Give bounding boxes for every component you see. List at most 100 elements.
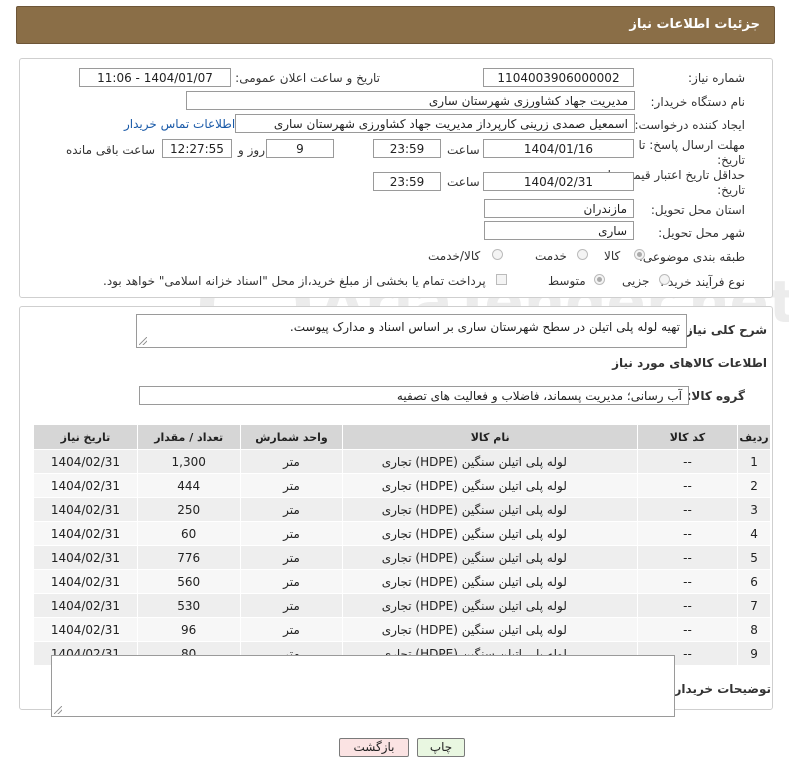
purchase-type-label: نوع فرآیند خرید : <box>660 275 745 289</box>
remaining-time-field: 12:27:55 <box>162 139 232 158</box>
cell-row-number: 7 <box>737 593 771 618</box>
table-row: 3 -- لوله پلی اتیلن سنگین (HDPE) تجاری متر 2… <box>33 497 771 522</box>
cell-date: 1404/02/31 <box>33 473 138 498</box>
cell-name: لوله پلی اتیلن سنگین (HDPE) تجاری <box>342 521 638 546</box>
col-header-quantity: تعداد / مقدار <box>136 424 241 450</box>
cell-date: 1404/02/31 <box>33 521 138 546</box>
description-label: شرح کلی نیاز: <box>681 323 767 337</box>
cell-quantity: 250 <box>136 497 241 522</box>
buyer-contact-link[interactable]: اطلاعات تماس خریدار <box>124 117 235 131</box>
description-text: تهیه لوله پلی اتیلن در سطح شهرستان ساری … <box>289 320 680 334</box>
cell-row-number: 4 <box>737 521 771 546</box>
purchase-medium-radio[interactable] <box>594 274 605 285</box>
buyer-notes-label: توضیحات خریدار: <box>669 682 771 696</box>
cell-code: -- <box>636 521 739 546</box>
delivery-province-label: استان محل تحویل: <box>650 203 745 217</box>
cell-code: -- <box>636 449 739 474</box>
cell-date: 1404/02/31 <box>33 449 138 474</box>
cell-quantity: 1,300 <box>136 449 241 474</box>
cell-unit: متر <box>239 473 344 498</box>
cell-row-number: 9 <box>737 641 771 666</box>
remaining-time-label: ساعت باقی مانده <box>66 143 156 157</box>
purchase-minor-radio[interactable] <box>659 274 670 285</box>
requester-field: اسمعیل صمدی زرینی کارپرداز مدیریت جهاد ک… <box>235 114 635 133</box>
buyer-notes-field <box>51 655 675 717</box>
goods-group-label: گروه کالا: <box>686 389 745 403</box>
page-header: جزئیات اطلاعات نیاز <box>16 6 775 44</box>
cell-unit: متر <box>239 617 344 642</box>
price-validity-time-field: 23:59 <box>373 172 441 191</box>
buyer-org-field: مدیریت جهاد کشاورزی شهرستان ساری <box>186 91 635 110</box>
cell-quantity: 60 <box>136 521 241 546</box>
col-header-code: کد کالا <box>636 424 739 450</box>
cell-quantity: 96 <box>136 617 241 642</box>
delivery-city-label: شهر محل تحویل: <box>658 226 745 240</box>
cell-unit: متر <box>239 545 344 570</box>
cell-quantity: 444 <box>136 473 241 498</box>
need-number-label: شماره نیاز: <box>688 71 745 85</box>
cell-quantity: 560 <box>136 569 241 594</box>
purchase-medium-label: متوسط <box>548 274 586 288</box>
need-number-field: 1104003906000002 <box>483 68 634 87</box>
page-title: جزئیات اطلاعات نیاز <box>629 17 760 32</box>
cell-row-number: 5 <box>737 545 771 570</box>
reply-deadline-time-field: 23:59 <box>373 139 441 158</box>
treasury-payment-note: پرداخت تمام یا بخشی از مبلغ خرید،از محل … <box>103 274 486 288</box>
cell-row-number: 1 <box>737 449 771 474</box>
cell-unit: متر <box>239 593 344 618</box>
delivery-city-field: ساری <box>484 221 634 240</box>
cell-name: لوله پلی اتیلن سنگین (HDPE) تجاری <box>342 617 638 642</box>
buyer-org-label: نام دستگاه خریدار: <box>650 95 746 109</box>
cell-code: -- <box>636 473 739 498</box>
category-label: طبقه بندی موضوعی: <box>638 250 745 264</box>
delivery-province-field: مازندران <box>484 199 634 218</box>
cell-quantity: 776 <box>136 545 241 570</box>
category-goods-radio[interactable] <box>634 249 645 260</box>
back-button[interactable]: بازگشت <box>339 738 409 757</box>
table-row: 4 -- لوله پلی اتیلن سنگین (HDPE) تجاری متر 6… <box>33 521 771 546</box>
items-table: ردیف کد کالا نام کالا واحد شمارش تعداد /… <box>33 424 771 666</box>
cell-code: -- <box>636 545 739 570</box>
announce-datetime-field: 1404/01/07 - 11:06 <box>79 68 231 87</box>
reply-deadline-date-field: 1404/01/16 <box>483 139 634 158</box>
cell-date: 1404/02/31 <box>33 545 138 570</box>
table-header-row: ردیف کد کالا نام کالا واحد شمارش تعداد /… <box>33 424 771 450</box>
cell-date: 1404/02/31 <box>33 617 138 642</box>
cell-date: 1404/02/31 <box>33 497 138 522</box>
table-row: 1 -- لوله پلی اتیلن سنگین (HDPE) تجاری متر 1… <box>33 449 771 474</box>
announce-datetime-label: تاریخ و ساعت اعلان عمومی: <box>235 71 380 85</box>
cell-row-number: 6 <box>737 569 771 594</box>
cell-name: لوله پلی اتیلن سنگین (HDPE) تجاری <box>342 497 638 522</box>
resize-grip-icon <box>139 337 147 345</box>
cell-name: لوله پلی اتیلن سنگین (HDPE) تجاری <box>342 569 638 594</box>
table-row: 8 -- لوله پلی اتیلن سنگین (HDPE) تجاری متر 9… <box>33 617 771 642</box>
items-table-body: 1 -- لوله پلی اتیلن سنگین (HDPE) تجاری متر 1… <box>33 449 771 666</box>
remaining-days-label: روز و <box>238 143 265 157</box>
reply-deadline-label-date: تاریخ: <box>717 153 745 167</box>
category-service-radio[interactable] <box>577 249 588 260</box>
cell-row-number: 2 <box>737 473 771 498</box>
reply-deadline-label: مهلت ارسال پاسخ: تا <box>638 138 745 152</box>
cell-row-number: 3 <box>737 497 771 522</box>
cell-code: -- <box>636 569 739 594</box>
category-goods-service-radio[interactable] <box>492 249 503 260</box>
table-row: 6 -- لوله پلی اتیلن سنگین (HDPE) تجاری متر 5… <box>33 569 771 594</box>
cell-code: -- <box>636 497 739 522</box>
cell-name: لوله پلی اتیلن سنگین (HDPE) تجاری <box>342 593 638 618</box>
remaining-days-field: 9 <box>266 139 334 158</box>
cell-unit: متر <box>239 497 344 522</box>
cell-row-number: 8 <box>737 617 771 642</box>
treasury-payment-checkbox[interactable] <box>496 274 507 285</box>
purchase-minor-label: جزیی <box>622 274 650 288</box>
description-field: تهیه لوله پلی اتیلن در سطح شهرستان ساری … <box>136 314 687 348</box>
cell-code: -- <box>636 593 739 618</box>
print-button[interactable]: چاپ <box>417 738 465 757</box>
col-header-date: تاریخ نیاز <box>33 424 138 450</box>
reply-deadline-time-label: ساعت <box>447 143 480 157</box>
cell-code: -- <box>636 617 739 642</box>
table-row: 2 -- لوله پلی اتیلن سنگین (HDPE) تجاری متر 4… <box>33 473 771 498</box>
table-row: 7 -- لوله پلی اتیلن سنگین (HDPE) تجاری متر 5… <box>33 593 771 618</box>
price-validity-label-date: تاریخ: <box>717 183 745 197</box>
goods-section-title: اطلاعات کالاهای مورد نیاز <box>612 356 767 370</box>
items-table-container: ردیف کد کالا نام کالا واحد شمارش تعداد /… <box>33 424 771 666</box>
